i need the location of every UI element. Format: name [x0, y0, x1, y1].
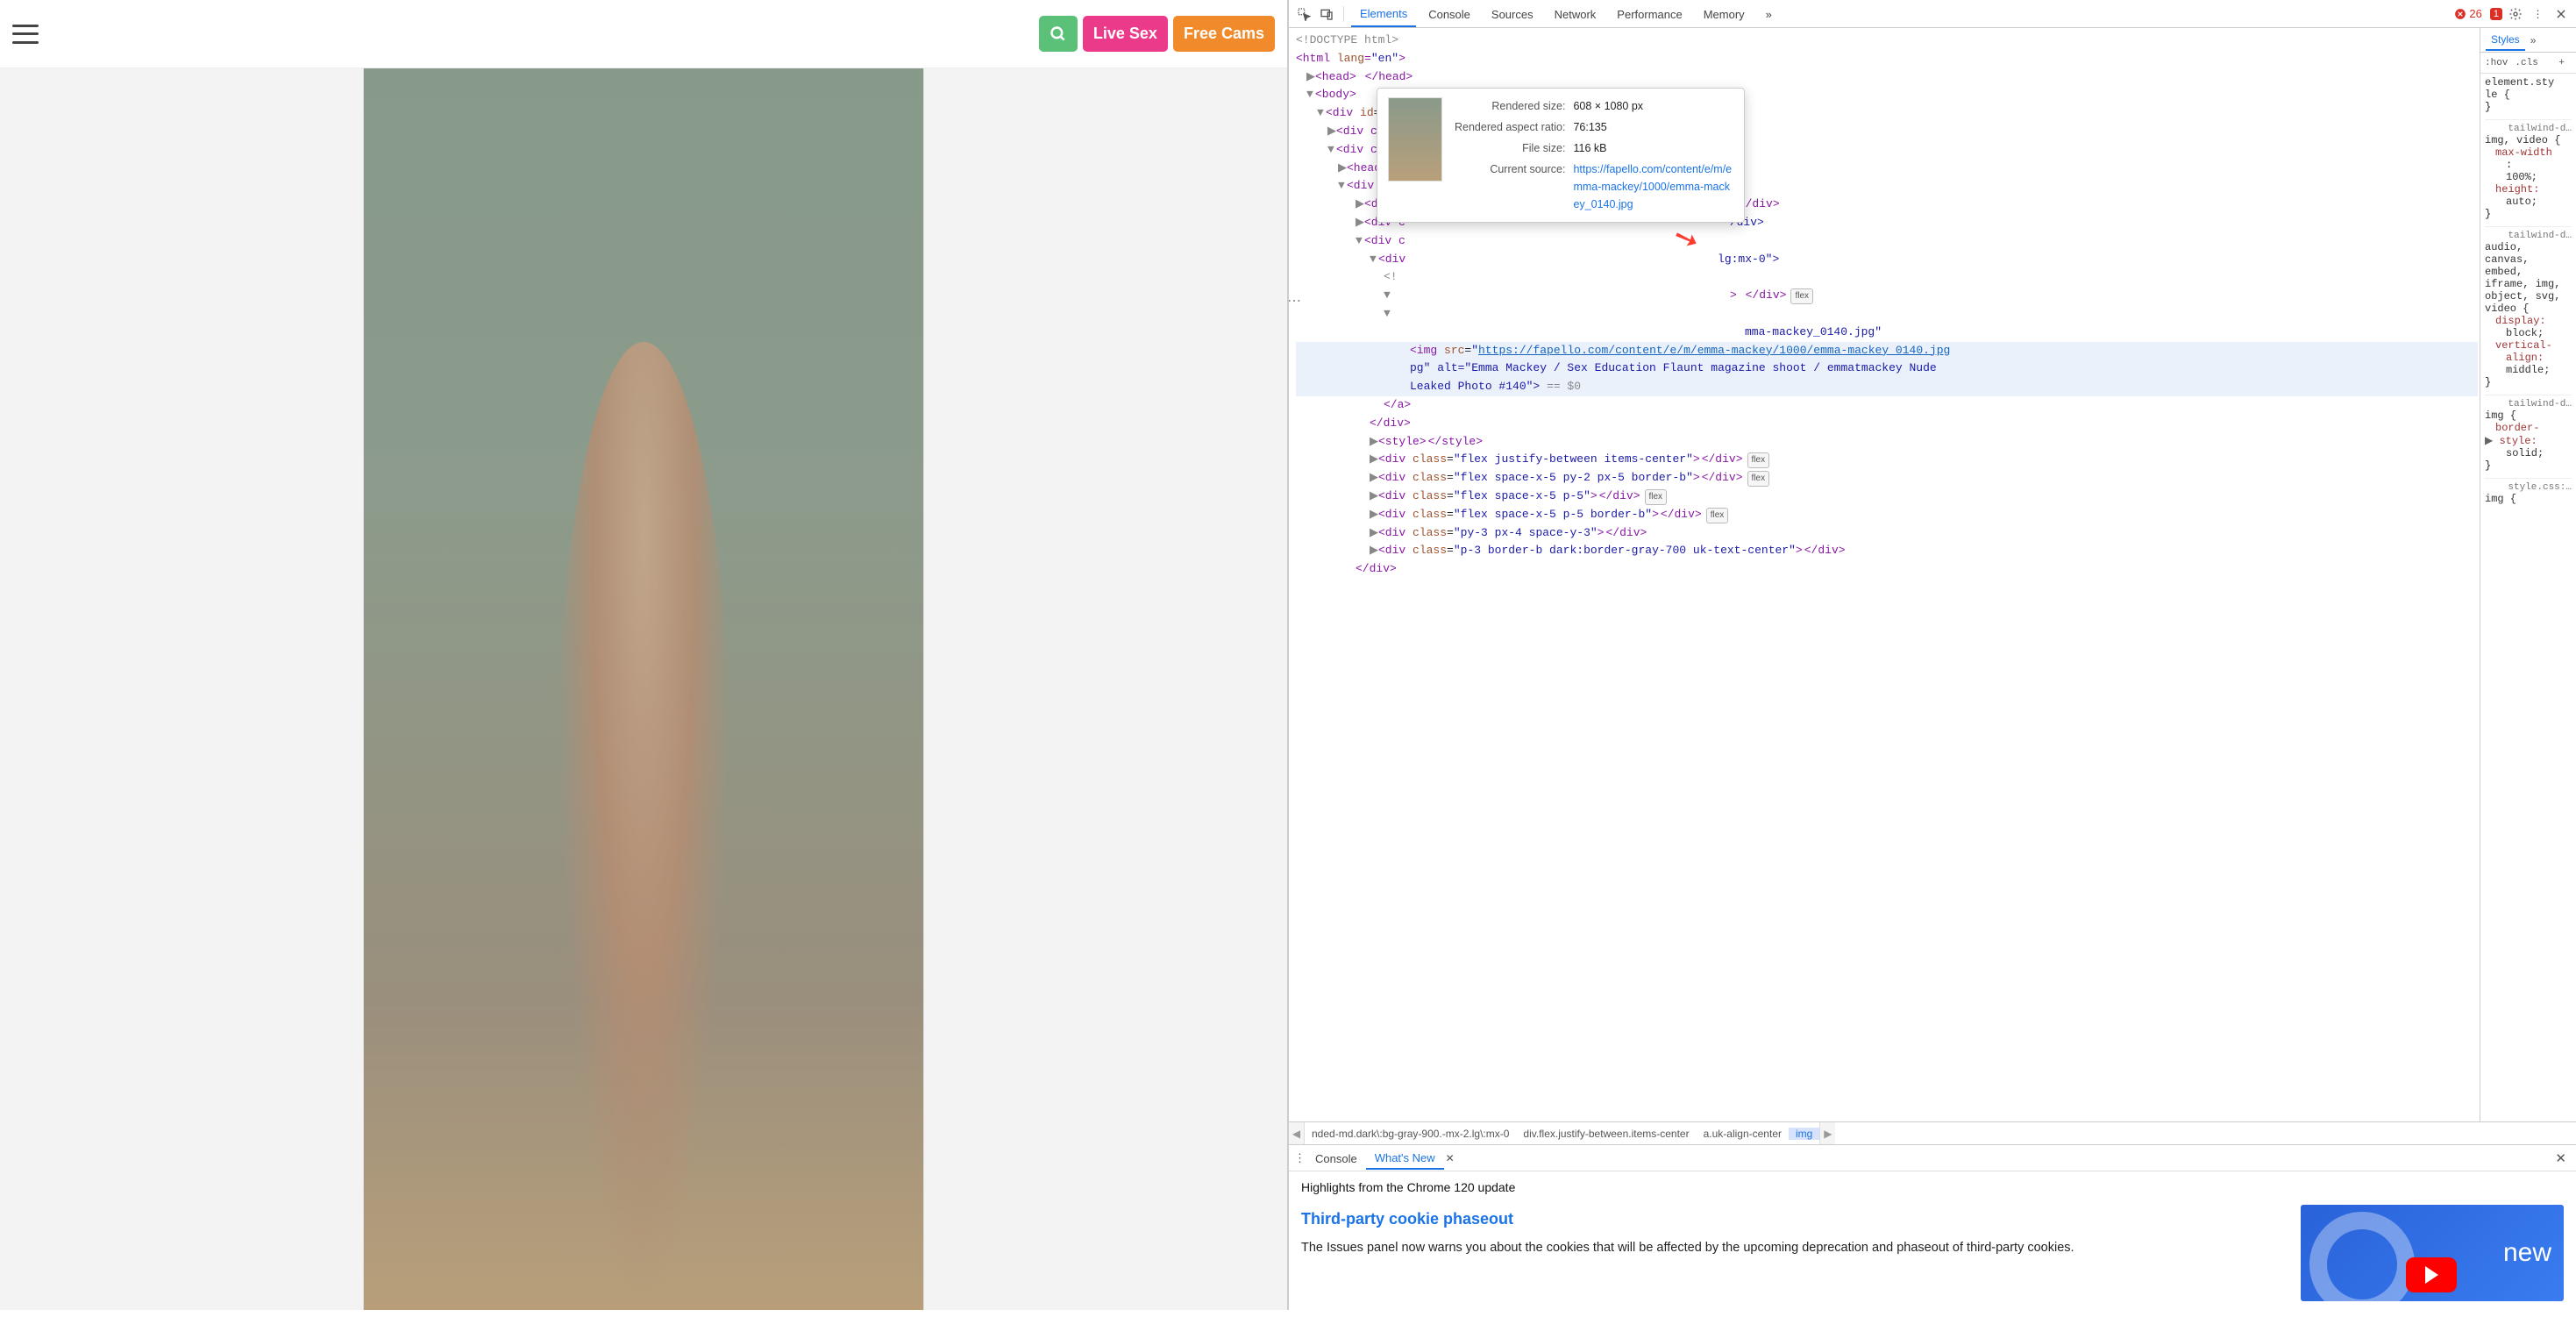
devtools-tabbar: Elements Console Sources Network Perform… — [1289, 0, 2576, 28]
dom-img-alt2: Leaked Photo #140"> — [1410, 380, 1547, 393]
styles-panel: Styles » :hov .cls + element.style {} ta… — [2480, 28, 2576, 1121]
promo-ring-icon — [2309, 1212, 2415, 1317]
drawer-tab-close-icon[interactable]: ✕ — [1446, 1152, 1455, 1164]
tab-performance[interactable]: Performance — [1608, 2, 1690, 26]
dom-div-6[interactable]: <div c — [1364, 234, 1405, 247]
dom-html[interactable]: <html lang="en"> — [1296, 52, 1405, 65]
topbar: Live Sex Free Cams — [0, 0, 1287, 68]
elements-panel[interactable]: ⋯ <!DOCTYPE html> <html lang="en"> ▶<hea… — [1289, 28, 2480, 1121]
promo-label: new — [2503, 1238, 2551, 1268]
main-photo[interactable] — [363, 68, 924, 1310]
dom-comment: <! — [1384, 270, 1398, 283]
dom-attr-trail: mma-mackey_0140.jpg" — [1745, 325, 1882, 338]
tooltip-filesize: 116 kB — [1573, 139, 1733, 157]
search-button[interactable] — [1039, 16, 1078, 52]
youtube-play-icon — [2406, 1257, 2457, 1292]
breadcrumb-item-1[interactable]: nded-md.dark\:bg-gray-900.-mx-2.lg\:mx-0 — [1305, 1128, 1516, 1140]
tooltip-aspect: 76:135 — [1573, 118, 1733, 136]
hamburger-icon[interactable] — [12, 25, 39, 44]
drawer-article-body: The Issues panel now warns you about the… — [1301, 1239, 2283, 1257]
tab-memory[interactable]: Memory — [1695, 2, 1754, 26]
device-toggle-icon[interactable] — [1317, 4, 1336, 24]
search-icon — [1050, 25, 1067, 43]
drawer-article-title[interactable]: Third-party cookie phaseout — [1301, 1210, 2283, 1228]
issue-count: 1 — [2490, 8, 2502, 20]
drawer-kebab-icon[interactable]: ⋮ — [1294, 1151, 1306, 1165]
error-badge[interactable]: 26 1 — [2454, 7, 2502, 20]
live-sex-button[interactable]: Live Sex — [1083, 16, 1168, 52]
hov-toggle[interactable]: :hov — [2485, 58, 2508, 68]
selected-line-indicator: ⋯ — [1289, 291, 1301, 314]
drawer-tab-console[interactable]: Console — [1306, 1148, 1366, 1169]
breadcrumb-item-3[interactable]: a.uk-align-center — [1697, 1128, 1789, 1140]
dom-eq0: == $0 — [1547, 380, 1581, 393]
dom-close1: </div> — [1370, 416, 1411, 430]
close-devtools-icon[interactable] — [2551, 4, 2571, 24]
flex-badge[interactable]: flex — [1790, 288, 1813, 304]
tab-console[interactable]: Console — [1420, 2, 1479, 26]
tab-sources[interactable]: Sources — [1483, 2, 1542, 26]
inspect-icon[interactable] — [1294, 4, 1313, 24]
styles-more-icon[interactable]: » — [2530, 34, 2537, 46]
tab-elements[interactable]: Elements — [1351, 1, 1416, 27]
cls-toggle[interactable]: .cls — [2515, 58, 2537, 68]
dom-selected-img[interactable]: <img src="https://fapello.com/content/e/… — [1296, 342, 2478, 396]
image-hover-tooltip: Rendered size: 608 × 1080 px Rendered asp… — [1377, 88, 1745, 223]
breadcrumb-item-2[interactable]: div.flex.justify-between.items-center — [1516, 1128, 1696, 1140]
tab-network[interactable]: Network — [1546, 2, 1605, 26]
tooltip-rendered-size: 608 × 1080 px — [1573, 97, 1733, 115]
promo-video[interactable]: new — [2301, 1205, 2564, 1301]
dom-img-alt1: " alt="Emma Mackey / Sex Education Flaun… — [1424, 361, 1937, 374]
page-content — [0, 68, 1287, 1310]
tooltip-source-link[interactable]: https://fapello.com/content/e/m/emma-mac… — [1573, 163, 1732, 210]
devtools: Elements Console Sources Network Perform… — [1288, 0, 2576, 1310]
settings-gear-icon[interactable] — [2506, 4, 2525, 24]
breadcrumb-item-img[interactable]: img — [1789, 1128, 1819, 1140]
drawer-headline: Highlights from the Chrome 120 update — [1301, 1180, 2564, 1194]
rule-origin-2[interactable]: tailwind-d… — [2485, 231, 2572, 241]
dom-doctype: <!DOCTYPE html> — [1296, 32, 2478, 50]
dom-img-src[interactable]: https://fapello.com/content/e/m/emma-mac… — [1478, 344, 1950, 357]
tooltip-rendered-size-label: Rendered size: — [1455, 97, 1565, 115]
styles-tab[interactable]: Styles — [2486, 29, 2525, 51]
page-left-pane: Live Sex Free Cams — [0, 0, 1288, 1310]
drawer-close-icon[interactable]: ✕ — [2551, 1150, 2571, 1166]
rule-origin-1[interactable]: tailwind-d… — [2485, 124, 2572, 134]
rule-origin-3[interactable]: tailwind-d… — [2485, 399, 2572, 409]
free-cams-button[interactable]: Free Cams — [1173, 16, 1275, 52]
rule-elementstyle-1: element.sty — [2485, 76, 2554, 89]
breadcrumb-scroll-right-icon[interactable]: ▶ — [1819, 1122, 1835, 1144]
tooltip-aspect-label: Rendered aspect ratio: — [1455, 118, 1565, 136]
divider — [1343, 6, 1344, 22]
add-rule-icon[interactable]: + — [2558, 58, 2565, 68]
breadcrumb-scroll-left-icon[interactable]: ◀ — [1289, 1122, 1305, 1144]
top-actions: Live Sex Free Cams — [1039, 16, 1275, 52]
rule-origin-4[interactable]: style.css:… — [2485, 482, 2572, 493]
error-count: 26 — [2469, 7, 2481, 20]
drawer-tab-whatsnew[interactable]: What's New — [1366, 1147, 1444, 1170]
dom-a-close: </a> — [1384, 398, 1411, 411]
tab-more[interactable]: » — [1757, 2, 1781, 26]
dom-breadcrumb: ◀ nded-md.dark\:bg-gray-900.-mx-2.lg\:mx… — [1289, 1121, 2576, 1144]
tooltip-source-label: Current source: — [1455, 160, 1565, 213]
tooltip-thumbnail — [1388, 97, 1442, 182]
devtools-drawer: ⋮ Console What's New ✕ ✕ Highlights from… — [1289, 1144, 2576, 1310]
kebab-icon[interactable]: ⋮ — [2529, 4, 2548, 24]
tooltip-filesize-label: File size: — [1455, 139, 1565, 157]
